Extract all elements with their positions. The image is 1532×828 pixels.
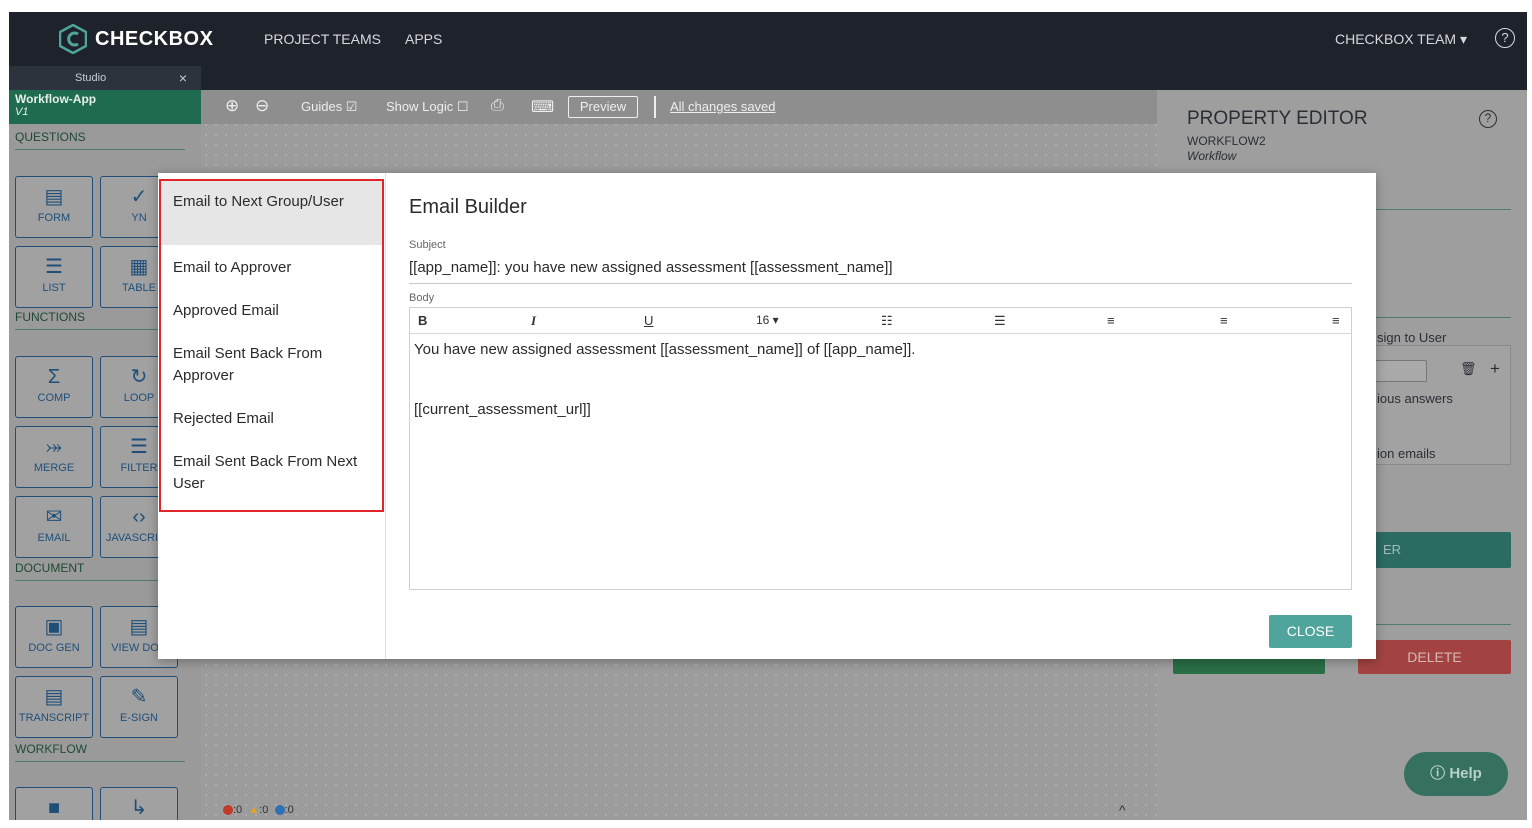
subject-input[interactable]: [[app_name]]: you have new assigned asse… <box>409 259 1352 284</box>
tool-stop[interactable]: ■ <box>15 787 93 820</box>
email-builder-title: Email Builder <box>409 196 527 218</box>
help-icon[interactable]: ? <box>1495 28 1515 48</box>
workflow-name: Workflow-App <box>15 92 97 106</box>
toolbar-divider <box>654 96 656 118</box>
tool-merge[interactable]: ⤖ MERGE <box>15 426 93 488</box>
body-editor: B I U 16 ▾ ☷ ☰ ≡ ≡ ≡ You have new assign… <box>409 307 1352 590</box>
warning-count: :0 <box>259 804 269 816</box>
info-icon <box>274 805 285 816</box>
canvas-toolbar: ⊕ ⊖ Guides ☑ Show Logic ☐ ⎙ ⌨ Preview Al… <box>201 90 1157 124</box>
warning-icon: ▲ <box>248 804 260 816</box>
tool-label: FORM <box>37 212 71 224</box>
nav-apps[interactable]: APPS <box>405 31 442 47</box>
workflow-version: V1 <box>15 106 29 118</box>
align-center-icon[interactable]: ≡ <box>1220 313 1228 328</box>
body-label: Body <box>409 292 435 304</box>
tool-e-sign[interactable]: ✎ E-SIGN <box>100 676 178 738</box>
property-editor-title: PROPERTY EDITOR <box>1187 108 1368 129</box>
guides-toggle[interactable]: Guides ☑ <box>301 99 357 115</box>
error-icon <box>223 805 233 816</box>
font-size-select[interactable]: 16 ▾ <box>756 313 779 327</box>
doc-add-icon: ▣ <box>44 616 64 638</box>
tool-email[interactable]: ✉ EMAIL <box>15 496 93 558</box>
editor-toolbar: B I U 16 ▾ ☷ ☰ ≡ ≡ ≡ <box>410 308 1351 334</box>
tool-label: DOC GEN <box>28 642 80 654</box>
underline-icon[interactable]: U <box>644 313 653 328</box>
caret-down-icon: ▾ <box>1459 31 1467 47</box>
help-icon[interactable]: ? <box>1479 110 1497 128</box>
emails-label: ion emails <box>1377 446 1436 461</box>
list-icon: ☰ <box>45 256 63 278</box>
zoom-out-icon[interactable]: ⊖ <box>255 96 269 116</box>
email-builder-modal: Email to Next Group/User Email to Approv… <box>158 173 1376 659</box>
delete-button[interactable]: DELETE <box>1358 640 1511 674</box>
previous-answers-label: ious answers <box>1377 391 1453 406</box>
error-count: :0 <box>233 804 243 816</box>
logo-text: CHECKBOX <box>95 27 214 50</box>
tool-comp[interactable]: Σ COMP <box>15 356 93 418</box>
body-text-area[interactable]: You have new assigned assessment [[asses… <box>414 340 1344 420</box>
envelope-icon: ✉ <box>45 506 63 528</box>
tool-label: TRANSCRIPT <box>18 712 90 724</box>
plus-icon[interactable]: + <box>1490 359 1500 379</box>
sigma-icon: Σ <box>47 366 61 388</box>
pencil-icon: ✎ <box>130 686 148 708</box>
info-count: :0 <box>284 804 294 816</box>
close-button[interactable]: CLOSE <box>1269 615 1352 648</box>
assign-user-label: sign to User <box>1377 330 1447 345</box>
preview-button[interactable]: Preview <box>568 96 638 118</box>
chevron-up-icon[interactable]: ^ <box>1119 802 1126 818</box>
keyboard-icon[interactable]: ⌨ <box>531 97 554 117</box>
subject-label: Subject <box>409 239 446 251</box>
bullet-list-icon[interactable]: ☰ <box>994 313 1006 329</box>
italic-icon[interactable]: I <box>531 313 536 329</box>
highlight-box <box>159 179 384 512</box>
app-frame: CHECKBOX PROJECT TEAMS APPS CHECKBOX TEA… <box>9 12 1527 820</box>
tool-list[interactable]: ☰ LIST <box>15 246 93 308</box>
team-label: CHECKBOX TEAM <box>1334 31 1457 47</box>
tool-label: EMAIL <box>37 532 71 544</box>
nav-project-teams[interactable]: PROJECT TEAMS <box>264 31 381 47</box>
logo[interactable]: CHECKBOX <box>59 24 213 54</box>
property-subtitle: WORKFLOW2 <box>1187 134 1266 148</box>
save-status[interactable]: All changes saved <box>670 99 776 114</box>
tool-doc-gen[interactable]: ▣ DOC GEN <box>15 606 93 668</box>
align-right-icon[interactable]: ≡ <box>1332 313 1340 328</box>
email-type-list: Email to Next Group/User Email to Approv… <box>158 173 386 659</box>
form-icon: ▤ <box>44 186 64 208</box>
workflow-header: Workflow-App V1 <box>9 90 201 124</box>
tab-row: Studio × <box>9 66 1527 90</box>
tool-label: COMP <box>37 392 71 404</box>
status-bar: :0 ▲:0 :0 <box>223 804 294 816</box>
zoom-in-icon[interactable]: ⊕ <box>225 96 239 116</box>
help-button[interactable]: ⓘ Help <box>1404 752 1508 796</box>
tool-transcript[interactable]: ▤ TRANSCRIPT <box>15 676 93 738</box>
tool-redirect[interactable]: ↳ <box>100 787 178 820</box>
show-logic-toggle[interactable]: Show Logic ☐ <box>386 99 468 115</box>
tool-label: E-SIGN <box>120 712 158 724</box>
top-nav: CHECKBOX PROJECT TEAMS APPS CHECKBOX TEA… <box>9 12 1527 66</box>
trash-icon[interactable]: 🗑 <box>1460 361 1477 377</box>
close-tab-icon[interactable]: × <box>179 66 187 90</box>
tool-form[interactable]: ▤ FORM <box>15 176 93 238</box>
tab-studio-label: Studio <box>75 72 107 84</box>
tool-label: MERGE <box>33 462 75 474</box>
transcript-icon: ▤ <box>44 686 64 708</box>
align-left-icon[interactable]: ≡ <box>1107 313 1115 328</box>
team-dropdown[interactable]: CHECKBOX TEAM ▾ <box>1335 31 1467 48</box>
redirect-icon: ↳ <box>130 797 148 819</box>
property-type: Workflow <box>1187 149 1237 163</box>
merge-icon: ⤖ <box>46 436 62 458</box>
logo-icon <box>59 24 87 54</box>
body-line: You have new assigned assessment [[asses… <box>414 341 916 358</box>
tool-label: LIST <box>42 282 66 294</box>
section-questions: QUESTIONS <box>15 130 185 150</box>
bold-icon[interactable]: B <box>418 313 427 328</box>
ordered-list-icon[interactable]: ☷ <box>881 313 893 329</box>
section-workflow: WORKFLOW <box>15 742 185 762</box>
tab-studio[interactable]: Studio × <box>9 66 201 90</box>
stop-icon: ■ <box>47 797 61 819</box>
body-line: [[current_assessment_url]] <box>414 401 591 418</box>
print-icon[interactable]: ⎙ <box>491 97 504 115</box>
